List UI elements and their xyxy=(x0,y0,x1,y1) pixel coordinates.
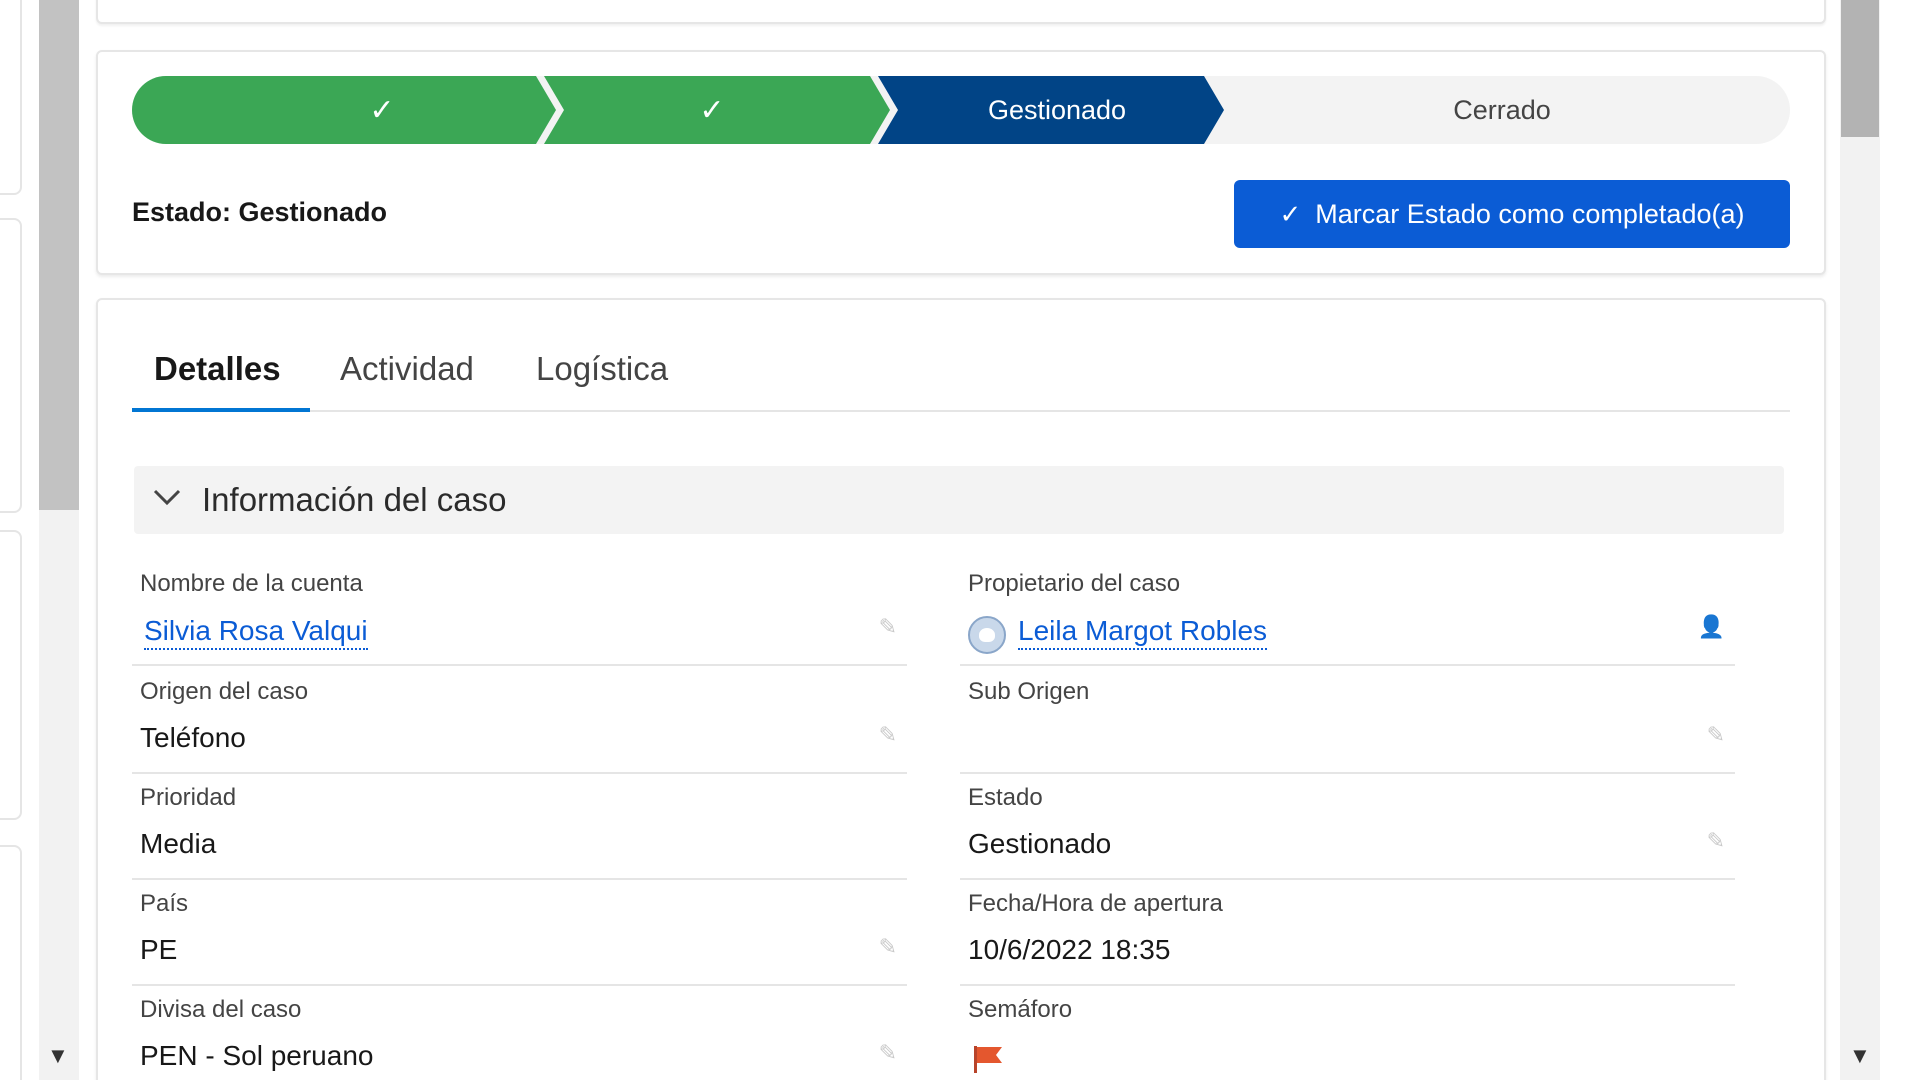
check-icon: ✓ xyxy=(369,93,395,127)
right-scroll-down-icon[interactable]: ▼ xyxy=(1849,1045,1871,1067)
path-stage-1[interactable]: ✓ xyxy=(232,76,532,144)
left-panel-fragment: ▼ xyxy=(0,0,90,1080)
field-semaforo: Semáforo xyxy=(960,986,1735,1080)
chevron-down-icon xyxy=(152,486,182,514)
field-label: Estado xyxy=(968,784,1043,811)
edit-pencil-icon[interactable]: ✎ xyxy=(879,614,897,640)
field-propietario: Propietario del caso Leila Margot Robles… xyxy=(960,560,1735,666)
left-scrollbar-thumb[interactable] xyxy=(39,0,79,510)
edit-pencil-icon[interactable]: ✎ xyxy=(879,934,897,960)
field-fecha-apertura: Fecha/Hora de apertura 10/6/2022 18:35 xyxy=(960,880,1735,986)
path-stage-2[interactable]: ✓ xyxy=(562,76,862,144)
field-value: PEN - Sol peruano xyxy=(140,1040,374,1071)
check-icon: ✓ xyxy=(1279,198,1302,229)
field-pais: País PE ✎ xyxy=(132,880,907,986)
flag-icon xyxy=(974,1046,1002,1073)
path-stage-gestionado[interactable]: Gestionado xyxy=(902,76,1212,144)
path-stage-label: Gestionado xyxy=(987,94,1127,125)
left-card-fragment xyxy=(0,530,22,820)
field-label: Propietario del caso xyxy=(968,570,1181,597)
left-card-fragment xyxy=(0,0,22,195)
check-icon: ✓ xyxy=(699,93,725,127)
case-owner-link[interactable]: Leila Margot Robles xyxy=(1018,614,1268,650)
field-nombre-cuenta: Nombre de la cuenta Silvia Rosa Valqui ✎ xyxy=(132,560,907,666)
field-value: Gestionado xyxy=(968,828,1112,859)
details-card: Detalles Actividad Logística Información… xyxy=(96,298,1826,1080)
field-value: Media xyxy=(140,828,217,859)
path-stage-cerrado[interactable]: Cerrado xyxy=(1232,76,1772,144)
field-label: Divisa del caso xyxy=(140,996,302,1023)
left-card-fragment xyxy=(0,218,22,513)
tab-bar: Detalles Actividad Logística xyxy=(132,340,1790,412)
account-name-link[interactable]: Silvia Rosa Valqui xyxy=(144,614,368,650)
edit-pencil-icon[interactable]: ✎ xyxy=(879,1040,897,1066)
field-label: Nombre de la cuenta xyxy=(140,570,363,597)
right-scrollbar[interactable] xyxy=(1840,0,1880,1080)
path-stage-label: Cerrado xyxy=(1453,94,1551,125)
field-label: Sub Origen xyxy=(968,678,1090,705)
field-prioridad: Prioridad Media xyxy=(132,774,907,880)
tab-logistica[interactable]: Logística xyxy=(536,350,668,388)
mark-status-complete-button[interactable]: ✓ Marcar Estado como completado(a) xyxy=(1234,180,1790,248)
field-label: País xyxy=(140,890,189,917)
current-status-text: Estado: Gestionado xyxy=(132,197,388,227)
mark-status-complete-label: Marcar Estado como completado(a) xyxy=(1315,198,1745,229)
field-value: 10/6/2022 18:35 xyxy=(968,934,1171,965)
field-label: Semáforo xyxy=(968,996,1073,1023)
section-title: Información del caso xyxy=(202,481,507,518)
status-path: ✓ ✓ Gestionado Cerrado xyxy=(132,76,1790,144)
path-card: ✓ ✓ Gestionado Cerrado Estado: Gestionad… xyxy=(96,50,1826,275)
header-card-fragment xyxy=(96,0,1826,24)
edit-pencil-icon[interactable]: ✎ xyxy=(1707,722,1725,748)
field-estado: Estado Gestionado ✎ xyxy=(960,774,1735,880)
field-label: Prioridad xyxy=(140,784,237,811)
user-avatar-icon xyxy=(968,616,1006,654)
field-value: Teléfono xyxy=(140,722,246,753)
change-owner-icon[interactable]: 👤 xyxy=(1698,614,1725,640)
section-header-informacion-caso[interactable]: Información del caso xyxy=(134,466,1784,534)
edit-pencil-icon[interactable]: ✎ xyxy=(1707,828,1725,854)
field-sub-origen: Sub Origen ✎ xyxy=(960,668,1735,774)
edit-pencil-icon[interactable]: ✎ xyxy=(879,722,897,748)
field-origen: Origen del caso Teléfono ✎ xyxy=(132,668,907,774)
field-label: Origen del caso xyxy=(140,678,309,705)
active-tab-indicator xyxy=(132,408,310,412)
right-scrollbar-thumb[interactable] xyxy=(1841,0,1879,137)
left-card-fragment xyxy=(0,845,22,1080)
field-value: PE xyxy=(140,934,178,965)
tab-actividad[interactable]: Actividad xyxy=(340,350,474,388)
tab-detalles[interactable]: Detalles xyxy=(154,350,281,388)
field-divisa: Divisa del caso PEN - Sol peruano ✎ xyxy=(132,986,907,1080)
field-label: Fecha/Hora de apertura xyxy=(968,890,1223,917)
left-scroll-down-icon[interactable]: ▼ xyxy=(47,1045,69,1067)
